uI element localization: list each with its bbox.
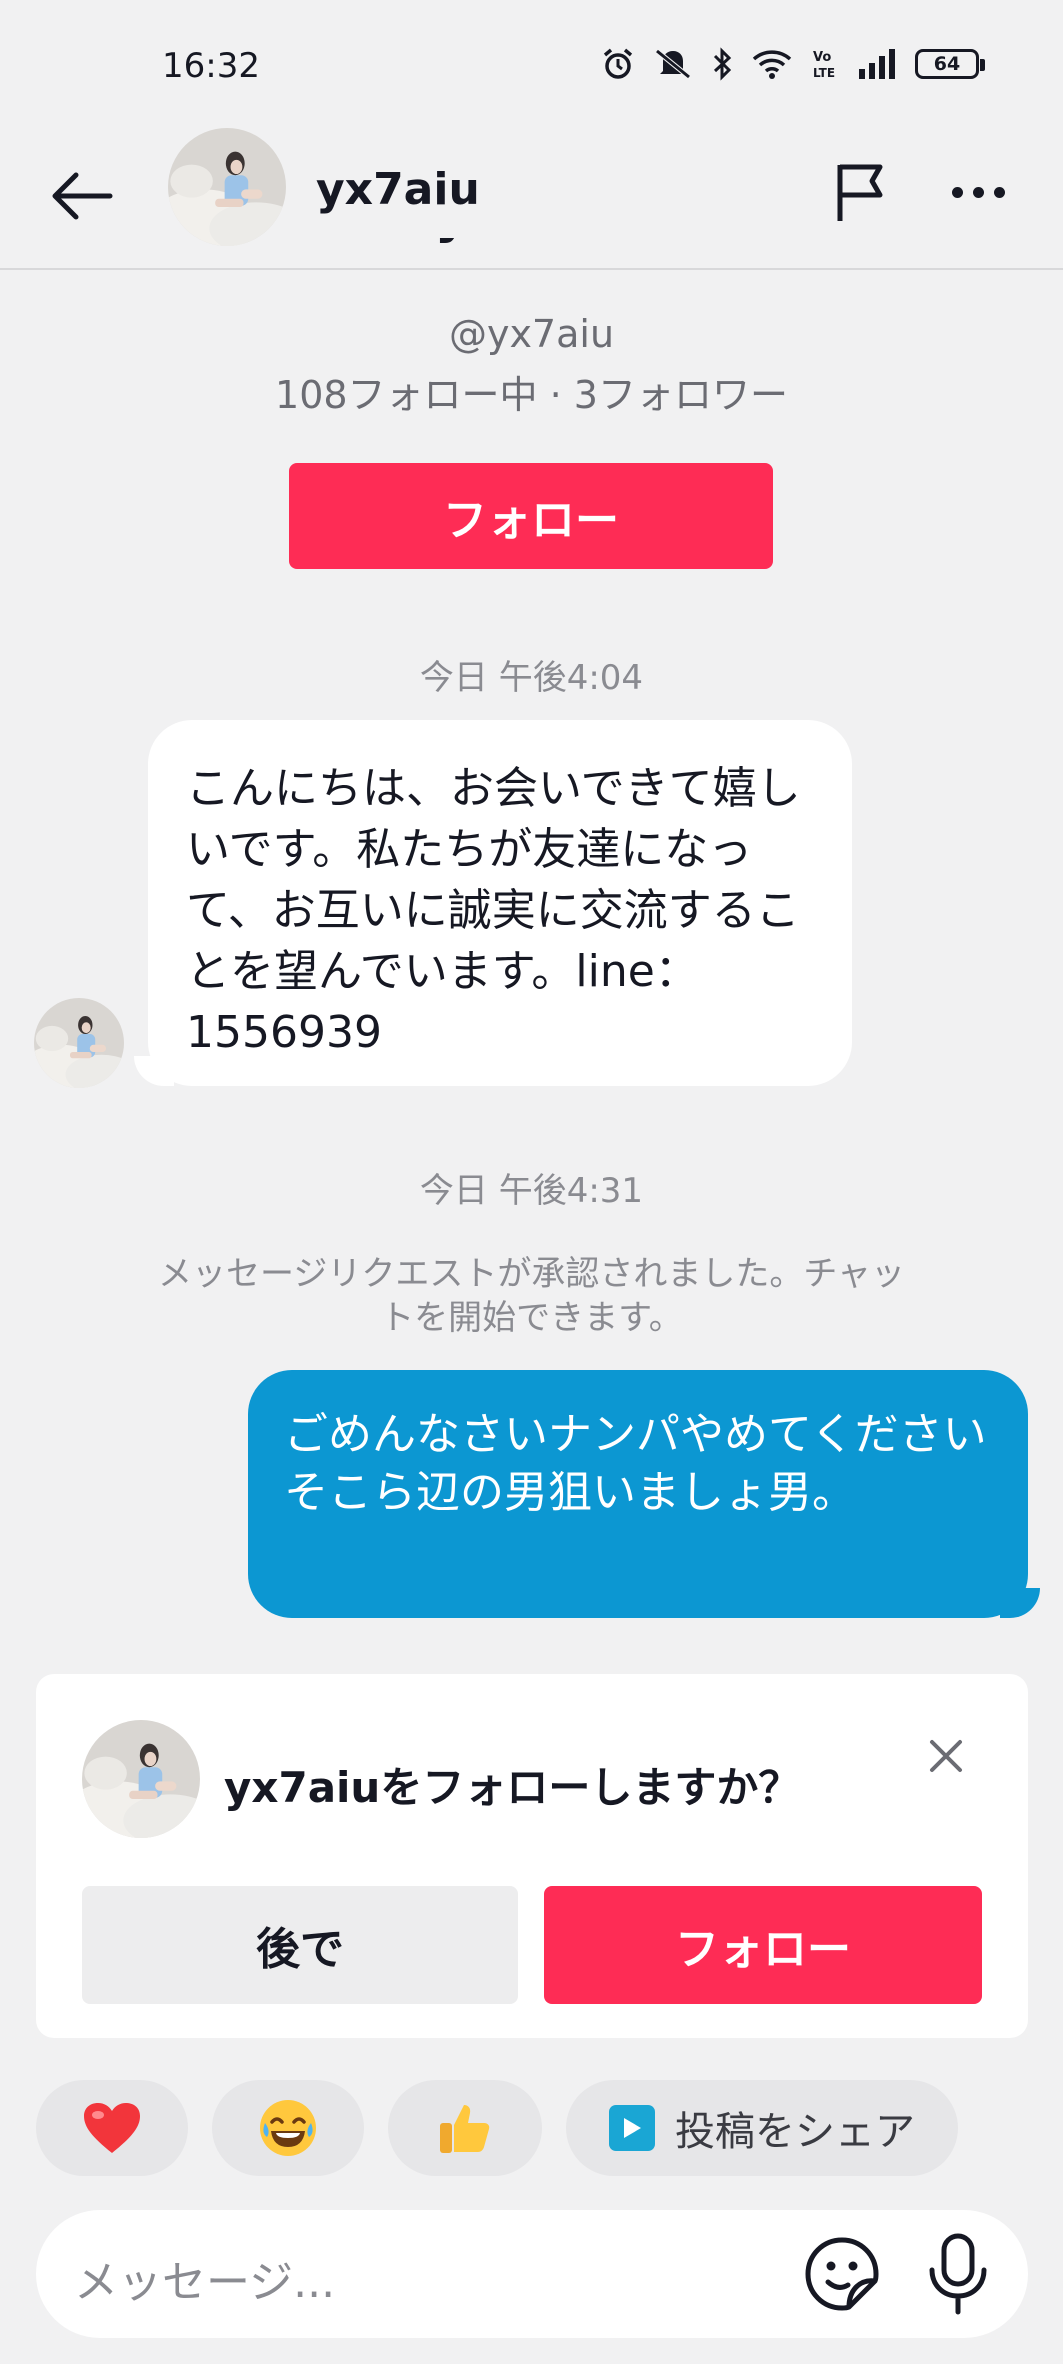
- follow-suggestion-card: yx7aiuをフォローしますか？ 後で フォロー: [36, 1674, 1028, 2038]
- header-avatar[interactable]: [168, 128, 286, 246]
- laughing-face-icon: [260, 2100, 316, 2156]
- profile-display-name: yx7aiu: [0, 238, 1063, 268]
- play-share-icon: [609, 2105, 655, 2151]
- outgoing-message-line: ごめんなさいナンパやめてください: [284, 1409, 987, 1460]
- incoming-message-bubble[interactable]: こんにちは、お会いできて嬉しいです。私たちが友達になって、お互いに誠実に交流する…: [134, 720, 852, 1086]
- report-button[interactable]: [826, 156, 898, 228]
- thumbs-up-icon: [440, 2105, 490, 2153]
- flag-icon: [837, 164, 883, 221]
- more-dot: [993, 186, 1005, 198]
- back-arrow-icon: [52, 172, 113, 220]
- system-note: メッセージリクエストが承認されました。チャットを開始できます。: [158, 1254, 905, 1338]
- outgoing-message-line: そこら辺の男狙いましょ男。: [284, 1467, 856, 1518]
- profile-stats: 108フォロー中 · 3フォロワー: [275, 373, 788, 417]
- more-dot: [972, 186, 984, 198]
- message-timestamp: 今日 午後4:04: [419, 658, 644, 698]
- later-button[interactable]: 後で: [82, 1886, 518, 2004]
- status-bar: 16:32 Vo LTE 64: [0, 0, 1063, 120]
- battery-level: 64: [933, 53, 961, 75]
- more-dot: [951, 186, 963, 198]
- battery-icon: 64: [915, 49, 985, 79]
- follow-button[interactable]: フォロー: [289, 463, 773, 569]
- mute-icon: [655, 49, 691, 79]
- quick-reply-laugh[interactable]: [212, 2080, 364, 2176]
- svg-text:Vo: Vo: [813, 50, 831, 65]
- share-post-button[interactable]: 投稿をシェア: [566, 2080, 958, 2176]
- profile-handle: @yx7aiu: [448, 312, 615, 356]
- incoming-message-text: こんにちは、お会いできて嬉しいです。私たちが友達になって、お互いに誠実に交流する…: [186, 763, 801, 1058]
- signal-icon: [859, 49, 895, 79]
- volte-icon: VoLTE: [813, 50, 835, 80]
- message-input[interactable]: メッセージ...: [74, 2246, 335, 2310]
- microphone-icon: [929, 2233, 987, 2315]
- header-username[interactable]: yx7aiu: [316, 164, 480, 215]
- message-composer[interactable]: メッセージ...: [36, 2210, 1028, 2338]
- voice-message-button[interactable]: [920, 2230, 996, 2318]
- close-icon: [930, 1740, 962, 1772]
- follow-question: yx7aiuをフォローしますか？: [224, 1763, 801, 1812]
- outgoing-message-bubble[interactable]: ごめんなさいナンパやめてください そこら辺の男狙いましょ男。: [248, 1370, 1040, 1618]
- bubble-tail: [134, 1056, 174, 1086]
- status-time: 16:32: [162, 46, 260, 86]
- share-post-label: 投稿をシェア: [675, 2109, 915, 2155]
- card-avatar: [82, 1720, 200, 1838]
- alarm-icon: [603, 48, 633, 79]
- svg-text:LTE: LTE: [813, 66, 835, 80]
- heart-icon: [84, 2103, 140, 2153]
- wifi-icon: [752, 50, 792, 79]
- sticker-icon: [805, 2237, 879, 2311]
- sender-avatar[interactable]: [34, 998, 124, 1088]
- back-button[interactable]: [46, 160, 118, 232]
- bluetooth-icon: [713, 47, 732, 81]
- close-card-button[interactable]: [916, 1726, 976, 1786]
- message-timestamp: 今日 午後4:31: [419, 1171, 644, 1211]
- bubble-tail: [1000, 1588, 1040, 1618]
- status-icons: Vo LTE 64: [601, 44, 985, 84]
- sticker-button[interactable]: [804, 2236, 880, 2312]
- quick-reply-heart[interactable]: [36, 2080, 188, 2176]
- quick-reply-thumbs-up[interactable]: [388, 2080, 542, 2176]
- card-follow-button[interactable]: フォロー: [544, 1886, 982, 2004]
- more-options-button[interactable]: [942, 156, 1014, 228]
